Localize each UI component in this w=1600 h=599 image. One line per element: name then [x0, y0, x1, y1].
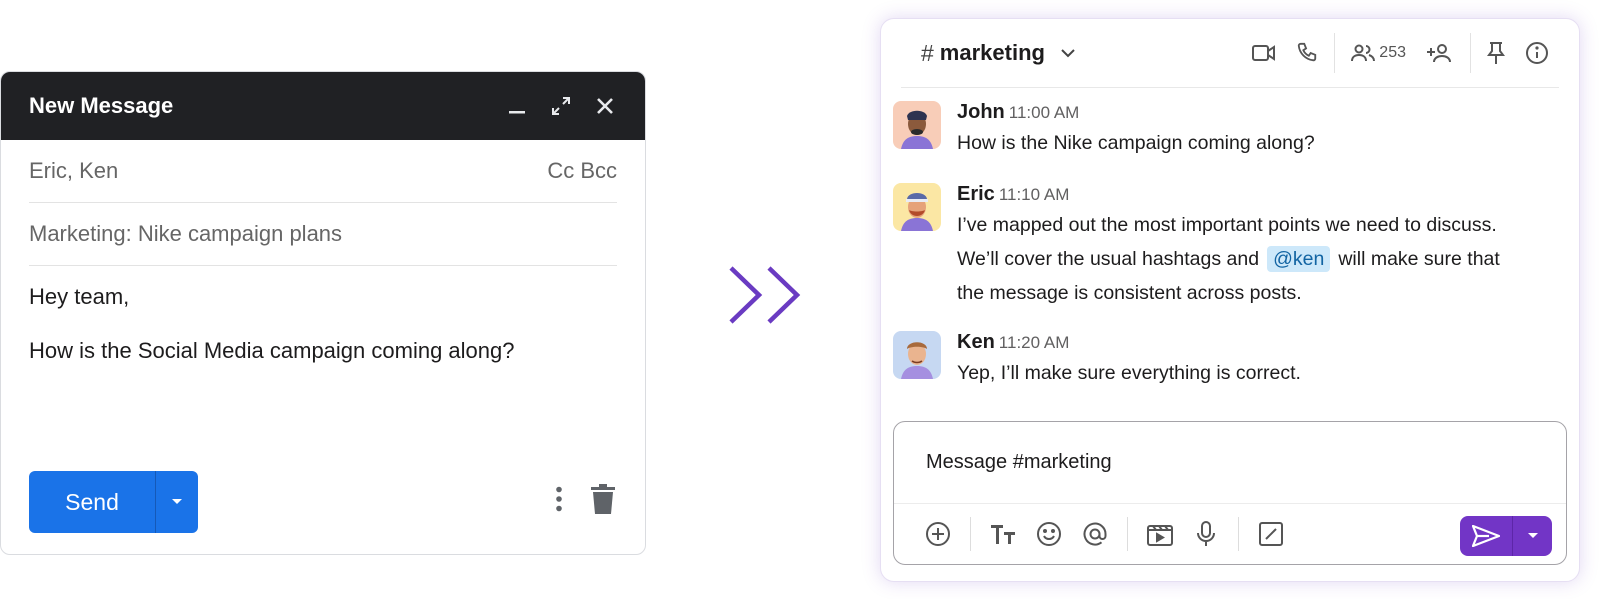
subject-field[interactable]: Marketing: Nike campaign plans [29, 203, 617, 266]
user-mention[interactable]: @ken [1267, 246, 1331, 272]
minimize-icon[interactable] [505, 94, 529, 118]
message-composer [893, 421, 1567, 565]
message-item: Eric 11:10 AM I’ve mapped out the most im… [893, 183, 1500, 310]
message-content: John 11:00 AM How is the Nike campaign co… [957, 101, 1315, 160]
message-item: Ken 11:20 AM Yep, I’ll make sure everythi… [893, 331, 1301, 390]
mention-icon[interactable] [1081, 520, 1109, 548]
message-text-fragment: We’ll cover the usual hashtags and [957, 248, 1260, 270]
message-line: We’ll cover the usual hashtags and @ken wi… [957, 242, 1500, 276]
divider [970, 517, 971, 551]
slash-command-icon[interactable] [1257, 520, 1285, 548]
compose-header: New Message [1, 72, 645, 140]
video-clip-icon[interactable] [1146, 520, 1174, 548]
message-author[interactable]: John [957, 101, 1005, 123]
compose-window-controls [505, 94, 617, 118]
message-text-fragment: will make sure that [1338, 248, 1500, 270]
paper-plane-icon [1472, 525, 1500, 547]
message-author[interactable]: Eric [957, 183, 995, 205]
trash-icon[interactable] [591, 484, 615, 519]
pin-icon[interactable] [1477, 33, 1515, 73]
microphone-icon[interactable] [1192, 520, 1220, 548]
info-icon[interactable] [1515, 33, 1559, 73]
caret-down-icon [1527, 533, 1538, 538]
people-icon [1351, 44, 1376, 62]
message-time: 11:10 AM [998, 185, 1070, 204]
add-member-icon[interactable] [1416, 33, 1464, 73]
divider [1127, 517, 1128, 551]
divider [1470, 33, 1471, 73]
message-time: 11:20 AM [998, 333, 1070, 352]
channel-name: marketing [939, 40, 1045, 65]
channel-name-button[interactable]: # marketing [901, 40, 1075, 67]
compose-title: New Message [29, 93, 174, 118]
email-compose-window: New Message Eric, Ken Cc Bcc Marketing: … [0, 71, 646, 555]
message-text: How is the Nike campaign coming along? [957, 132, 1315, 154]
chevron-down-icon [1061, 48, 1075, 57]
member-count: 253 [1379, 44, 1406, 61]
message-text: Yep, I’ll make sure everything is correc… [957, 362, 1301, 384]
avatar-ken[interactable] [893, 331, 941, 379]
send-button-group: Send [29, 471, 198, 533]
message-item: John 11:00 AM How is the Nike campaign co… [893, 101, 1315, 160]
body-line: Hey team, [29, 284, 130, 309]
close-icon[interactable] [593, 94, 617, 118]
send-message-button-group [1460, 516, 1552, 556]
emoji-icon[interactable] [1035, 520, 1063, 548]
double-chevron-right-icon [729, 266, 801, 324]
channel-actions: 253 [1242, 33, 1559, 73]
cc-bcc-link[interactable]: Cc Bcc [547, 158, 617, 184]
send-button[interactable]: Send [29, 471, 155, 533]
members-button[interactable]: 253 [1341, 33, 1416, 73]
phone-call-icon[interactable] [1286, 33, 1328, 73]
channel-hash: # [921, 39, 934, 66]
expand-icon[interactable] [549, 94, 573, 118]
message-input[interactable] [894, 422, 1566, 504]
text-format-icon[interactable] [989, 520, 1017, 548]
message-author[interactable]: Ken [957, 331, 995, 353]
avatar-eric[interactable] [893, 183, 941, 231]
chat-panel: # marketing 253 John 11:00 AM How is the… [880, 18, 1580, 582]
recipients-field[interactable]: Eric, Ken Cc Bcc [29, 140, 617, 203]
send-message-button[interactable] [1460, 516, 1512, 556]
divider [1334, 33, 1336, 73]
caret-down-icon [172, 499, 182, 504]
message-content: Eric 11:10 AM I’ve mapped out the most im… [957, 183, 1500, 310]
message-time: 11:00 AM [1008, 103, 1080, 122]
recipients-value: Eric, Ken [29, 158, 119, 183]
message-text: I’ve mapped out the most important point… [957, 208, 1500, 310]
message-content: Ken 11:20 AM Yep, I’ll make sure everythi… [957, 331, 1301, 390]
divider [1238, 517, 1239, 551]
message-line: I’ve mapped out the most important point… [957, 214, 1497, 236]
message-body[interactable]: Hey team, How is the Social Media campai… [29, 284, 514, 392]
send-options-dropdown[interactable] [1512, 516, 1552, 556]
avatar-john[interactable] [893, 101, 941, 149]
channel-header: # marketing 253 [901, 19, 1559, 88]
message-line: the message is consistent across posts. [957, 282, 1302, 304]
video-call-icon[interactable] [1242, 33, 1286, 73]
more-options-icon[interactable] [555, 486, 563, 517]
send-options-dropdown[interactable] [155, 471, 198, 533]
body-line: How is the Social Media campaign coming … [29, 338, 515, 363]
plus-circle-icon[interactable] [924, 520, 952, 548]
subject-value: Marketing: Nike campaign plans [29, 221, 343, 246]
compose-tools [555, 484, 615, 519]
